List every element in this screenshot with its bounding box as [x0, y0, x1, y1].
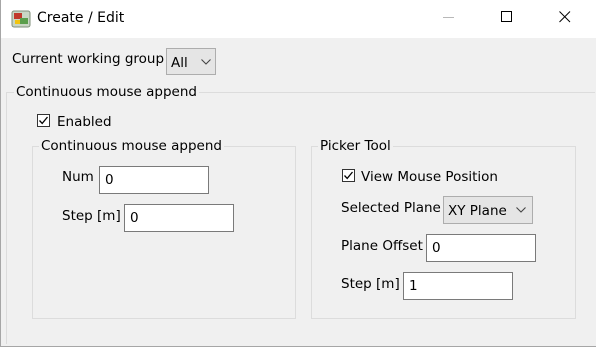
working-group-value: All [171, 55, 188, 71]
maximize-button[interactable] [484, 0, 530, 38]
picker-tool-label: Picker Tool [318, 138, 393, 154]
selected-plane-value: XY Plane [448, 203, 507, 219]
create-edit-window: Create / Edit Current working group All … [0, 0, 596, 347]
app-logo-icon [11, 9, 31, 29]
maximize-icon [501, 11, 513, 27]
plane-offset-label: Plane Offset [341, 238, 423, 254]
num-input[interactable]: 0 [99, 166, 209, 194]
picker-step-label: Step [m] [341, 276, 400, 292]
selected-plane-label: Selected Plane [341, 200, 441, 216]
title-bar[interactable]: Create / Edit [1, 0, 596, 38]
plane-offset-input[interactable]: 0 [426, 234, 536, 262]
close-icon [559, 11, 571, 27]
view-mouse-position-label: View Mouse Position [361, 169, 498, 185]
picker-step-input[interactable]: 1 [403, 272, 513, 300]
minimize-button[interactable] [426, 0, 472, 38]
close-button[interactable] [542, 0, 588, 38]
continuous-append-group-label: Continuous mouse append [14, 84, 199, 100]
chevron-down-icon [516, 197, 526, 223]
selected-plane-dropdown[interactable]: XY Plane [443, 196, 533, 224]
minimize-icon [443, 11, 455, 27]
inner-step-label: Step [m] [62, 208, 121, 224]
window-title: Create / Edit [37, 10, 125, 26]
enabled-checkbox[interactable] [37, 114, 50, 127]
inner-step-input[interactable]: 0 [124, 204, 234, 232]
working-group-dropdown[interactable]: All [166, 48, 216, 75]
view-mouse-position-checkbox[interactable] [342, 169, 355, 182]
continuous-append-inner-label: Continuous mouse append [39, 138, 224, 154]
enabled-label: Enabled [57, 114, 112, 130]
working-group-label: Current working group [12, 51, 165, 67]
chevron-down-icon [201, 49, 211, 74]
num-label: Num [62, 169, 94, 185]
